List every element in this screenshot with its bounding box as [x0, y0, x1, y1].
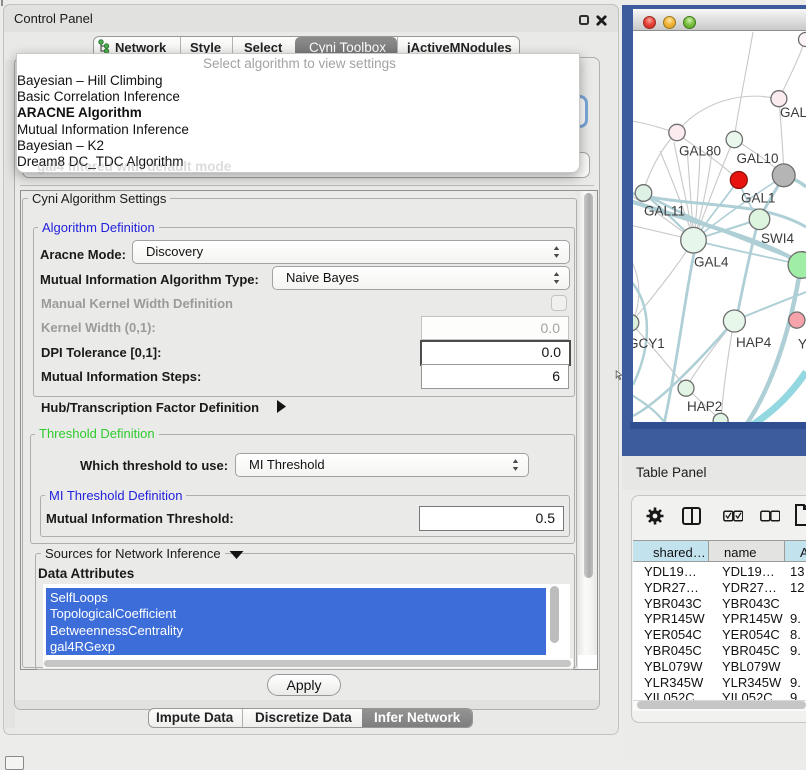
svg-text:SWI4: SWI4	[761, 231, 794, 246]
svg-text:GAL4: GAL4	[694, 255, 729, 270]
svg-text:HAP2: HAP2	[687, 399, 722, 414]
svg-text:GAL11: GAL11	[644, 204, 685, 219]
svg-text:Y: Y	[798, 337, 806, 352]
svg-text:GAL10: GAL10	[737, 151, 779, 166]
svg-text:GCY1: GCY1	[633, 336, 665, 351]
svg-text:GAL80: GAL80	[679, 144, 721, 159]
svg-text:HAP4: HAP4	[736, 335, 772, 350]
svg-text:GAL7: GAL7	[780, 105, 806, 120]
svg-text:GAL1: GAL1	[741, 191, 776, 206]
